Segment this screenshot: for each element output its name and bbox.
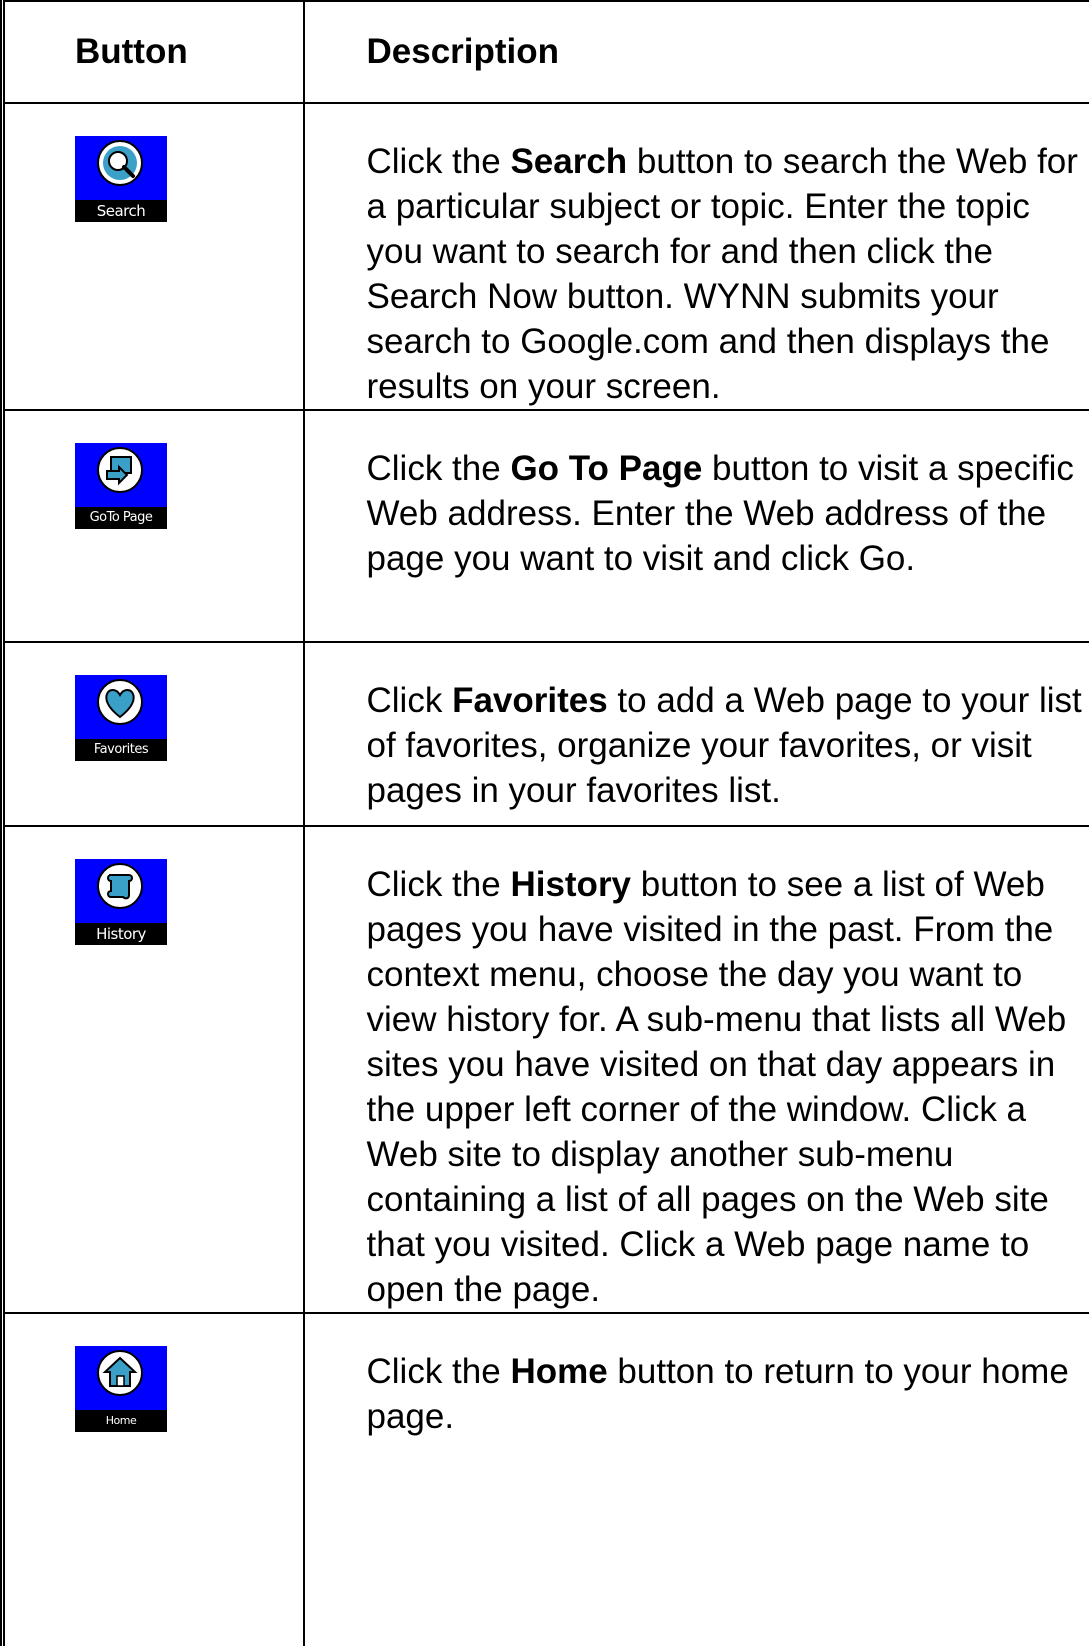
favorites-icon-label: Favorites — [75, 739, 167, 761]
history-icon — [97, 863, 143, 909]
table-row: History Click the History button to see … — [3, 826, 1089, 1313]
table-row: Favorites Click Favorites to add a Web p… — [3, 642, 1089, 826]
header-button: Button — [3, 1, 304, 103]
description-text: Click Favorites to add a Web page to you… — [305, 643, 1089, 813]
history-icon-label: History — [75, 923, 167, 945]
favorites-icon — [97, 679, 143, 725]
go-to-page-icon — [97, 447, 143, 493]
table-row: GoTo Page Click the Go To Page button to… — [3, 410, 1089, 642]
home-icon-label: Home — [75, 1410, 167, 1432]
favorites-button[interactable]: Favorites — [75, 675, 167, 761]
table-row: Search Click the Search button to search… — [3, 103, 1089, 410]
header-description: Description — [304, 1, 1089, 103]
go-to-page-icon-label: GoTo Page — [75, 507, 167, 529]
search-icon — [97, 140, 143, 186]
search-button[interactable]: Search — [75, 136, 167, 222]
home-icon — [97, 1350, 143, 1396]
history-button[interactable]: History — [75, 859, 167, 945]
home-button[interactable]: Home — [75, 1346, 167, 1432]
table-row: Home Click the Home button to return to … — [3, 1313, 1089, 1646]
description-text: Click the History button to see a list o… — [305, 827, 1089, 1312]
description-text: Click the Search button to search the We… — [305, 104, 1089, 409]
table-header-row: Button Description — [3, 1, 1089, 103]
button-description-table: Button Description Search Click the Sear… — [0, 0, 1089, 1646]
description-text: Click the Go To Page button to visit a s… — [305, 411, 1089, 581]
description-text: Click the Home button to return to your … — [305, 1314, 1089, 1439]
go-to-page-button[interactable]: GoTo Page — [75, 443, 167, 529]
search-icon-label: Search — [75, 200, 167, 222]
